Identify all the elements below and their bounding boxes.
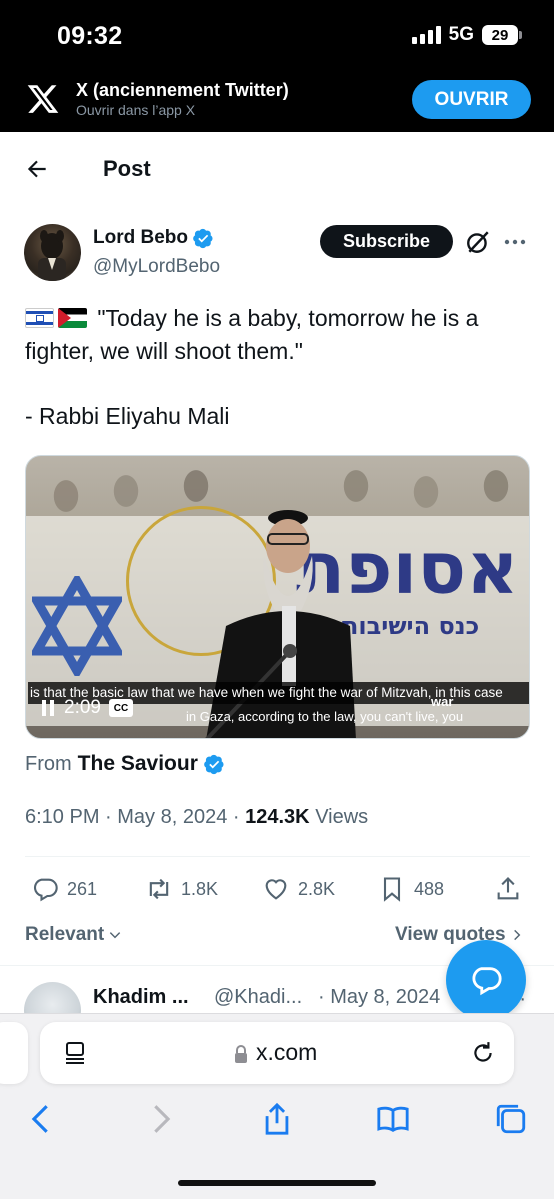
reply-author-handle[interactable]: @Khadi... bbox=[214, 986, 302, 1009]
share-action[interactable] bbox=[494, 875, 522, 903]
sort-relevant[interactable]: Relevant bbox=[25, 924, 122, 946]
open-app-button[interactable]: OUVRIR bbox=[412, 80, 531, 119]
status-indicators: 5G 29 bbox=[411, 24, 522, 46]
pause-icon[interactable] bbox=[42, 700, 56, 716]
back-arrow-icon[interactable] bbox=[24, 156, 50, 182]
home-indicator bbox=[178, 1180, 376, 1186]
author-handle[interactable]: @MyLordBebo bbox=[93, 256, 220, 278]
avatar-image-icon bbox=[38, 230, 66, 281]
more-options-icon[interactable] bbox=[503, 232, 527, 252]
video-hebrew-subtitle: כנס הישיבות bbox=[342, 612, 480, 640]
banner-title: X (anciennement Twitter) bbox=[76, 80, 289, 100]
url-text: x.com bbox=[256, 1039, 318, 1065]
banner-subtitle: Ouvrir dans l’app X bbox=[76, 102, 196, 118]
compose-reply-button[interactable] bbox=[446, 940, 526, 1020]
reply-icon bbox=[33, 878, 58, 902]
tweet-text: "Today he is a baby, tomorrow he is a fi… bbox=[25, 302, 530, 368]
closed-captions-icon[interactable]: CC bbox=[108, 699, 133, 717]
tweet-time: 6:10 PM bbox=[25, 806, 100, 828]
share-icon bbox=[497, 877, 519, 900]
grok-icon[interactable] bbox=[465, 229, 491, 255]
heart-icon bbox=[265, 879, 287, 900]
reader-mode-icon[interactable] bbox=[64, 1041, 86, 1065]
lock-icon bbox=[235, 1045, 247, 1063]
video-controls: 2:09 CC bbox=[36, 693, 139, 723]
tweet-quote: "Today he is a baby, tomorrow he is a fi… bbox=[25, 305, 479, 364]
reply-author-name[interactable]: Khadim ... bbox=[93, 986, 189, 1009]
battery-icon: 29 bbox=[482, 25, 522, 45]
bookmark-action[interactable]: 488 bbox=[378, 875, 444, 903]
author-name-text: Lord Bebo bbox=[93, 227, 188, 248]
reply-action[interactable]: 261 bbox=[31, 875, 97, 903]
repost-icon bbox=[149, 878, 169, 900]
repost-count: 1.8K bbox=[181, 878, 219, 899]
from-label: From bbox=[25, 752, 72, 775]
chat-bubble-icon bbox=[472, 967, 502, 996]
video-time: 2:09 bbox=[64, 697, 101, 718]
bookmark-icon bbox=[383, 877, 401, 902]
tabs-icon[interactable] bbox=[494, 1102, 528, 1136]
x-logo-icon bbox=[27, 85, 59, 113]
verified-badge-icon bbox=[204, 754, 224, 774]
reload-icon[interactable] bbox=[470, 1040, 496, 1066]
repost-action[interactable]: 1.8K bbox=[145, 875, 218, 903]
video-subtitle-word: war bbox=[431, 694, 454, 709]
palestine-flag-icon bbox=[58, 308, 87, 328]
page-title: Post bbox=[103, 156, 151, 181]
signal-icon bbox=[411, 26, 441, 44]
author-name[interactable]: Lord Bebo bbox=[93, 227, 214, 249]
tweet-date: May 8, 2024 bbox=[117, 806, 228, 828]
verified-badge-icon bbox=[193, 228, 213, 248]
back-icon[interactable] bbox=[24, 1102, 58, 1136]
speaker-figure bbox=[205, 510, 356, 738]
chevron-right-icon bbox=[513, 929, 520, 941]
relevant-label: Relevant bbox=[25, 924, 105, 945]
source-name[interactable]: The Saviour bbox=[78, 752, 198, 776]
views-count: 124.3K bbox=[245, 806, 310, 828]
video-player[interactable]: אסופת כנס הישיבות is that the basic law … bbox=[25, 455, 530, 739]
view-quotes-link[interactable]: View quotes bbox=[395, 924, 524, 946]
address-bar[interactable]: x.com bbox=[40, 1022, 514, 1084]
previous-tab-preview[interactable] bbox=[0, 1022, 28, 1084]
share-icon[interactable] bbox=[260, 1102, 294, 1136]
bookmark-count: 488 bbox=[414, 878, 445, 899]
browser-toolbar: x.com bbox=[0, 1013, 554, 1199]
status-time: 09:32 bbox=[57, 22, 123, 50]
source-attribution: From The Saviour bbox=[25, 752, 225, 776]
video-subtitle-line2: in Gaza, according to the law, you can't… bbox=[186, 709, 464, 724]
like-action[interactable]: 2.8K bbox=[262, 875, 335, 903]
forward-icon[interactable] bbox=[144, 1102, 178, 1136]
israel-flag-icon bbox=[25, 308, 54, 328]
network-label: 5G bbox=[448, 24, 474, 45]
reply-date: · May 8, 2024 bbox=[318, 986, 441, 1008]
reply-count: 261 bbox=[67, 878, 98, 899]
subscribe-button[interactable]: Subscribe bbox=[320, 225, 453, 258]
author-avatar[interactable] bbox=[24, 224, 81, 281]
tweet-meta: 6:10 PM · May 8, 2024 · 124.3K Views bbox=[25, 806, 369, 828]
like-count: 2.8K bbox=[298, 878, 336, 899]
star-of-david-icon bbox=[32, 576, 122, 676]
top-bar: 09:32 5G 29 X (anciennement Twitter) Ouv… bbox=[0, 0, 554, 132]
bookmarks-book-icon[interactable] bbox=[376, 1102, 410, 1136]
tweet-attribution: - Rabbi Eliyahu Mali bbox=[25, 403, 230, 429]
chevron-down-icon bbox=[110, 932, 121, 939]
divider bbox=[25, 856, 530, 857]
views-label: Views bbox=[315, 806, 369, 828]
